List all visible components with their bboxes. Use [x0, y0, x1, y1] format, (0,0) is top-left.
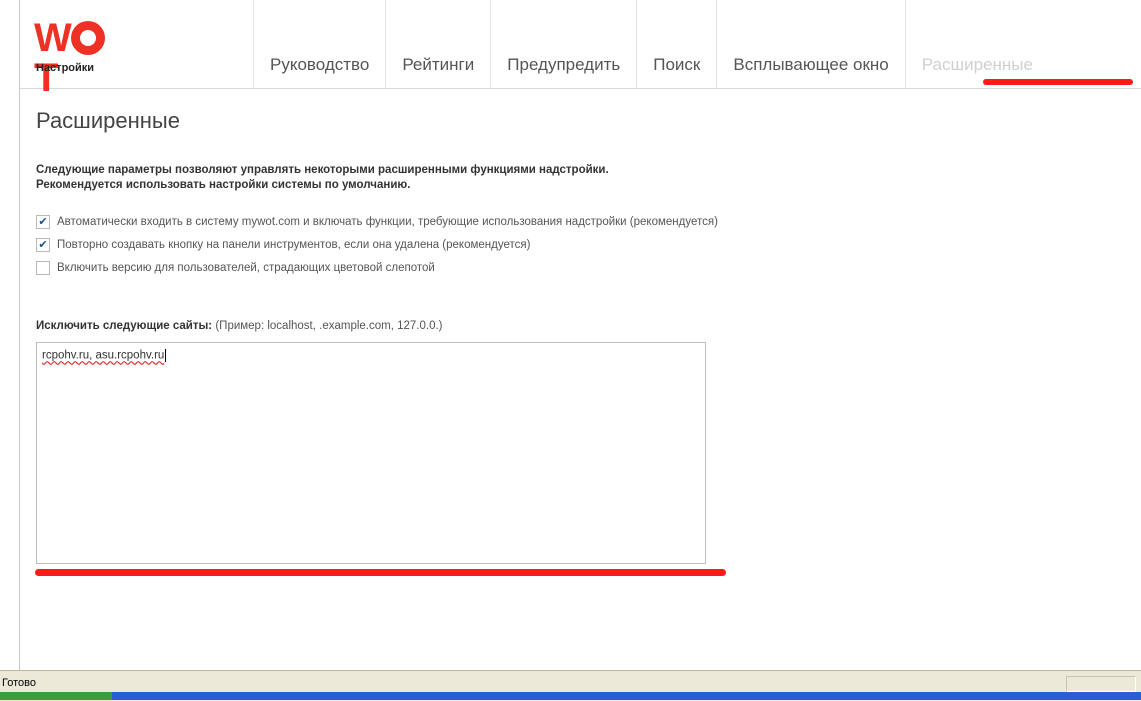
settings-header: WT Настройки Руководство Рейтинги Предуп… [20, 0, 1141, 98]
recreate-button-label: Повторно создавать кнопку на панели инст… [57, 238, 531, 251]
tab-popup[interactable]: Всплывающее окно [716, 0, 904, 88]
tab-search[interactable]: Поиск [636, 0, 716, 88]
exclude-hint: (Пример: localhost, .example.com, 127.0.… [215, 320, 443, 332]
option-auto-login: ✔ Автоматически входить в систему mywot.… [36, 210, 718, 233]
exclude-sites-textarea[interactable]: rcpohv.ru, asu.rcpohv.ru [36, 342, 706, 564]
tab-warnings[interactable]: Предупредить [490, 0, 636, 88]
wot-logo: WT Настройки [34, 18, 114, 98]
auto-login-checkbox[interactable]: ✔ [36, 214, 50, 229]
text-caret [165, 349, 167, 362]
exclude-label-bold: Исключить следующие сайты: [36, 320, 213, 332]
status-panel [1066, 676, 1136, 692]
taskbar [0, 692, 1141, 700]
page-description: Следующие параметры позволяют управлять … [36, 163, 609, 193]
option-colorblind: Включить версию для пользователей, страд… [36, 256, 718, 279]
tab-ratings[interactable]: Рейтинги [385, 0, 490, 88]
colorblind-checkbox[interactable] [36, 260, 50, 275]
logo-subtitle: Настройки [36, 62, 95, 74]
description-line-1: Следующие параметры позволяют управлять … [36, 164, 609, 176]
red-annotation-underline-tab [983, 79, 1133, 85]
exclude-sites-label: Исключить следующие сайты: (Пример: loca… [36, 320, 443, 332]
recreate-button-checkbox[interactable]: ✔ [36, 237, 50, 252]
red-annotation-underline-textarea [35, 569, 726, 576]
description-line-2: Рекомендуется использовать настройки сис… [36, 179, 411, 191]
wot-logo-mark: WT [34, 18, 114, 98]
colorblind-label: Включить версию для пользователей, страд… [57, 261, 435, 274]
status-text: Готово [2, 677, 36, 689]
options-list: ✔ Автоматически входить в систему mywot.… [36, 210, 718, 279]
settings-tabs: Руководство Рейтинги Предупредить Поиск … [253, 0, 1049, 88]
page-title: Расширенные [36, 108, 180, 133]
wot-settings-window: WT Настройки Руководство Рейтинги Предуп… [19, 0, 1141, 670]
tab-advanced[interactable]: Расширенные [904, 0, 1049, 88]
auto-login-label: Автоматически входить в систему mywot.co… [57, 215, 718, 228]
tab-guide[interactable]: Руководство [253, 0, 385, 88]
option-recreate-button: ✔ Повторно создавать кнопку на панели ин… [36, 233, 718, 256]
exclude-sites-value: rcpohv.ru, asu.rcpohv.ru [42, 349, 165, 362]
